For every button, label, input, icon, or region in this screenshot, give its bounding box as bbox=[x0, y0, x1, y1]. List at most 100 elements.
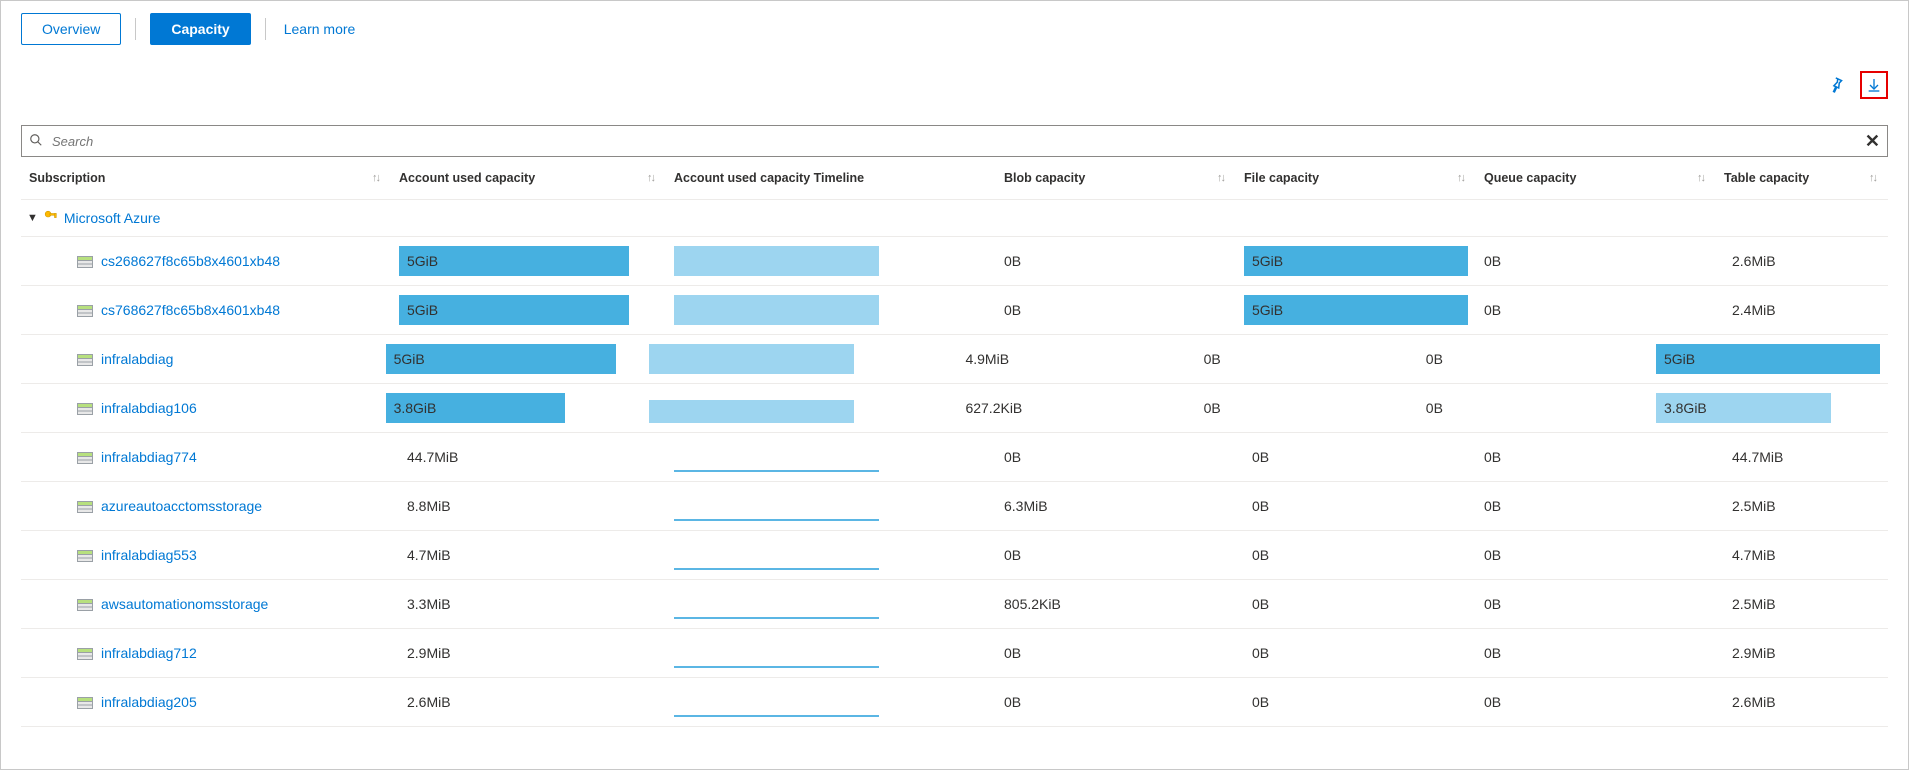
storage-account-link[interactable]: infralabdiag106 bbox=[21, 400, 378, 416]
storage-account-link[interactable]: infralabdiag774 bbox=[21, 449, 391, 465]
blob-value: 0B bbox=[1004, 645, 1021, 661]
cell-blob: 0B bbox=[996, 253, 1236, 269]
queue-value: 0B bbox=[1484, 547, 1501, 563]
cell-file: 5GiB bbox=[1236, 246, 1476, 276]
file-capacity-bar: 5GiB bbox=[1244, 295, 1468, 325]
cell-file: 0B bbox=[1236, 498, 1476, 514]
search-input[interactable] bbox=[21, 125, 1888, 157]
table-capacity-bar-value: 3.8GiB bbox=[1664, 400, 1707, 416]
storage-account-icon bbox=[77, 549, 93, 561]
queue-value: 0B bbox=[1484, 645, 1501, 661]
storage-account-name: cs268627f8c65b8x4601xb48 bbox=[101, 253, 280, 269]
account-used-bar-value: 5GiB bbox=[407, 302, 438, 318]
storage-account-link[interactable]: infralabdiag712 bbox=[21, 645, 391, 661]
storage-account-icon bbox=[77, 451, 93, 463]
col-header-label: File capacity bbox=[1244, 171, 1319, 185]
cell-table: 44.7MiB bbox=[1716, 449, 1888, 465]
col-header-label: Account used capacity bbox=[399, 171, 535, 185]
blob-value: 0B bbox=[1004, 547, 1021, 563]
storage-account-name: infralabdiag774 bbox=[101, 449, 197, 465]
col-header-blob[interactable]: Blob capacity ↑↓ bbox=[996, 171, 1236, 185]
col-header-subscription[interactable]: Subscription ↑↓ bbox=[21, 171, 391, 185]
col-header-account-used[interactable]: Account used capacity ↑↓ bbox=[391, 171, 666, 185]
table-body: cs268627f8c65b8x4601xb48 5GiB 0B 5GiB 0B bbox=[21, 237, 1888, 727]
account-used-bar: 44.7MiB bbox=[399, 449, 458, 465]
storage-account-name: infralabdiag106 bbox=[101, 400, 197, 416]
storage-account-icon bbox=[77, 402, 93, 414]
account-used-bar-value: 3.8GiB bbox=[394, 400, 437, 416]
sort-icon: ↑↓ bbox=[1697, 172, 1704, 184]
table-row: infralabdiag553 4.7MiB 0B 0B 0B 4.7MiB bbox=[21, 531, 1888, 580]
col-header-label: Queue capacity bbox=[1484, 171, 1576, 185]
col-header-table[interactable]: Table capacity ↑↓ bbox=[1716, 171, 1888, 185]
storage-account-name: cs768627f8c65b8x4601xb48 bbox=[101, 302, 280, 318]
search-icon bbox=[29, 133, 43, 150]
clear-search-icon[interactable]: ✕ bbox=[1865, 131, 1880, 152]
col-header-label: Table capacity bbox=[1724, 171, 1809, 185]
account-used-bar: 2.9MiB bbox=[399, 645, 451, 661]
blob-value: 0B bbox=[1004, 694, 1021, 710]
table-capacity-bar: 5GiB bbox=[1656, 344, 1880, 374]
col-header-queue[interactable]: Queue capacity ↑↓ bbox=[1476, 171, 1716, 185]
storage-account-icon bbox=[77, 696, 93, 708]
table-capacity-bar: 3.8GiB bbox=[1656, 393, 1880, 423]
file-capacity-bar: 5GiB bbox=[1244, 246, 1468, 276]
capacity-table: Subscription ↑↓ Account used capacity ↑↓… bbox=[21, 157, 1888, 727]
account-used-bar: 3.8GiB bbox=[386, 393, 616, 423]
tab-overview[interactable]: Overview bbox=[21, 13, 121, 45]
account-used-bar: 5GiB bbox=[399, 246, 629, 276]
cell-blob: 0B bbox=[996, 694, 1236, 710]
cell-account-used: 3.8GiB bbox=[378, 393, 642, 423]
tab-capacity[interactable]: Capacity bbox=[150, 13, 250, 45]
cell-timeline bbox=[666, 638, 996, 668]
tab-bar: Overview Capacity Learn more bbox=[1, 1, 1908, 45]
cell-queue: 0B bbox=[1418, 351, 1648, 367]
col-header-file[interactable]: File capacity ↑↓ bbox=[1236, 171, 1476, 185]
cell-blob: 0B bbox=[996, 645, 1236, 661]
cell-table: 2.5MiB bbox=[1716, 596, 1888, 612]
storage-account-link[interactable]: cs268627f8c65b8x4601xb48 bbox=[21, 253, 391, 269]
cell-account-used: 8.8MiB bbox=[391, 498, 666, 514]
queue-value: 0B bbox=[1484, 449, 1501, 465]
storage-account-icon bbox=[77, 500, 93, 512]
cell-file: 5GiB bbox=[1236, 295, 1476, 325]
storage-account-link[interactable]: infralabdiag205 bbox=[21, 694, 391, 710]
learn-more-link[interactable]: Learn more bbox=[284, 21, 356, 37]
account-used-bar: 4.7MiB bbox=[399, 547, 451, 563]
cell-account-used: 3.3MiB bbox=[391, 596, 666, 612]
cell-file: 0B bbox=[1236, 547, 1476, 563]
table-row: azureautoacctomsstorage 8.8MiB 6.3MiB 0B… bbox=[21, 482, 1888, 531]
storage-account-link[interactable]: infralabdiag553 bbox=[21, 547, 391, 563]
timeline-sparkline bbox=[674, 491, 879, 521]
col-header-timeline[interactable]: Account used capacity Timeline bbox=[666, 171, 996, 185]
storage-account-link[interactable]: cs768627f8c65b8x4601xb48 bbox=[21, 302, 391, 318]
cell-table: 2.6MiB bbox=[1716, 253, 1888, 269]
cell-table: 4.7MiB bbox=[1716, 547, 1888, 563]
sort-icon: ↑↓ bbox=[1217, 172, 1224, 184]
storage-account-name: infralabdiag553 bbox=[101, 547, 197, 563]
cell-account-used: 2.9MiB bbox=[391, 645, 666, 661]
timeline-sparkline bbox=[674, 442, 879, 472]
cell-table: 5GiB bbox=[1648, 344, 1888, 374]
timeline-sparkline bbox=[674, 687, 879, 717]
table-capacity-bar: 2.5MiB bbox=[1724, 498, 1776, 514]
download-icon[interactable] bbox=[1860, 71, 1888, 99]
timeline-sparkline bbox=[674, 295, 879, 325]
file-capacity-bar: 0B bbox=[1244, 449, 1269, 465]
storage-account-icon bbox=[77, 647, 93, 659]
cell-account-used: 5GiB bbox=[391, 246, 666, 276]
cell-queue: 0B bbox=[1476, 547, 1716, 563]
storage-account-link[interactable]: infralabdiag bbox=[21, 351, 378, 367]
table-row: cs268627f8c65b8x4601xb48 5GiB 0B 5GiB 0B bbox=[21, 237, 1888, 286]
cell-account-used: 5GiB bbox=[391, 295, 666, 325]
queue-value: 0B bbox=[1484, 498, 1501, 514]
cell-timeline bbox=[666, 540, 996, 570]
cell-timeline bbox=[666, 589, 996, 619]
file-capacity-bar: 0B bbox=[1196, 351, 1221, 367]
pin-icon[interactable] bbox=[1822, 71, 1850, 99]
subscription-group-row[interactable]: ▼ Microsoft Azure bbox=[21, 200, 1888, 237]
queue-value: 0B bbox=[1484, 302, 1501, 318]
cell-table: 2.5MiB bbox=[1716, 498, 1888, 514]
storage-account-link[interactable]: azureautoacctomsstorage bbox=[21, 498, 391, 514]
storage-account-link[interactable]: awsautomationomsstorage bbox=[21, 596, 391, 612]
